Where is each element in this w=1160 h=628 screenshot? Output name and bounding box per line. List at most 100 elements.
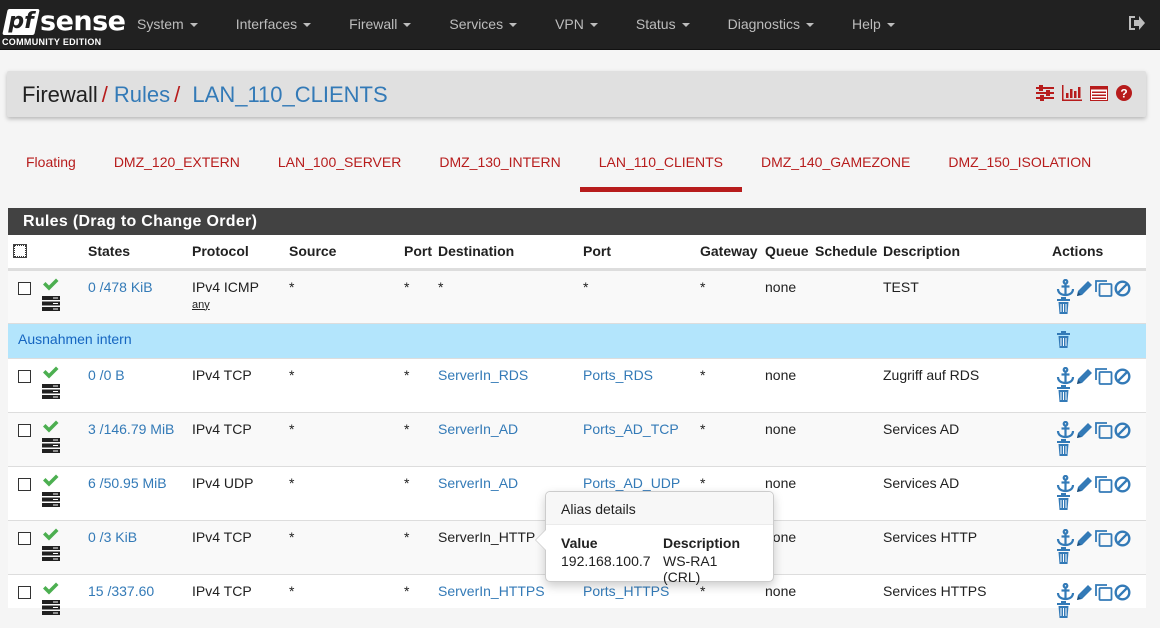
- row-checkbox[interactable]: [18, 281, 31, 295]
- popover-value: 192.168.100.7: [561, 553, 651, 569]
- copy-icon[interactable]: [1094, 583, 1113, 601]
- delete-trash-icon[interactable]: [1056, 492, 1071, 510]
- disable-ban-icon[interactable]: [1114, 475, 1131, 493]
- delete-trash-icon[interactable]: [1056, 600, 1071, 618]
- help-circle-icon[interactable]: ?: [1116, 85, 1132, 101]
- nav-menu-status[interactable]: Status: [617, 0, 709, 50]
- tab-dmz-120-extern[interactable]: DMZ_120_EXTERN: [95, 144, 259, 186]
- edit-pencil-icon[interactable]: [1076, 368, 1093, 385]
- description-value: TEST: [883, 278, 919, 295]
- column-header-actions: Actions: [1048, 235, 1146, 271]
- delete-trash-icon[interactable]: [1056, 296, 1071, 314]
- breadcrumb-rules[interactable]: Rules: [114, 82, 170, 107]
- destination-alias[interactable]: ServerIn_HTTPS: [438, 583, 545, 599]
- anchor-icon[interactable]: [1056, 474, 1075, 493]
- tab-dmz-130-intern[interactable]: DMZ_130_INTERN: [420, 144, 579, 186]
- row-status-cell: [38, 357, 84, 412]
- disable-ban-icon[interactable]: [1114, 583, 1131, 601]
- destination-port-alias[interactable]: Ports_AD_TCP: [583, 421, 679, 437]
- source-port-value: *: [404, 528, 410, 545]
- nav-menu-system[interactable]: System: [118, 0, 217, 50]
- anchor-icon[interactable]: [1056, 528, 1075, 547]
- description-cell: Zugriff auf RDS: [879, 357, 1048, 412]
- states-server-icon[interactable]: [42, 437, 60, 453]
- destination-alias[interactable]: ServerIn_AD: [438, 421, 518, 437]
- protocol-value: IPv4 TCP: [192, 528, 252, 545]
- states-link[interactable]: 0 /478 KiB: [88, 279, 153, 295]
- protocol-value: IPv4 ICMP: [192, 278, 259, 295]
- anchor-icon[interactable]: [1056, 420, 1075, 439]
- tab-floating[interactable]: Floating: [7, 144, 95, 186]
- tab-dmz-150-isolation[interactable]: DMZ_150_ISOLATION: [929, 144, 1110, 186]
- edit-pencil-icon[interactable]: [1076, 584, 1093, 601]
- source-value: *: [289, 278, 295, 295]
- bar-chart-icon[interactable]: [1062, 85, 1082, 101]
- states-link[interactable]: 0 /0 B: [88, 367, 125, 383]
- disable-ban-icon[interactable]: [1114, 367, 1131, 385]
- rule-row[interactable]: 0 /478 KiB IPv4 ICMP any * * * * * none TEST: [8, 268, 1146, 323]
- row-checkbox[interactable]: [18, 477, 31, 491]
- row-checkbox[interactable]: [18, 423, 31, 437]
- delete-trash-icon[interactable]: [1056, 330, 1071, 348]
- destination-alias[interactable]: ServerIn_RDS: [438, 367, 528, 383]
- copy-icon[interactable]: [1094, 279, 1113, 297]
- anchor-icon[interactable]: [1056, 366, 1075, 385]
- destination-port-alias[interactable]: Ports_AD_UDP: [583, 475, 680, 491]
- nav-menu-vpn[interactable]: VPN: [536, 0, 617, 50]
- rule-separator-row[interactable]: Ausnahmen intern: [8, 322, 1146, 358]
- sliders-icon[interactable]: [1036, 85, 1054, 101]
- nav-menu-interfaces[interactable]: Interfaces: [217, 0, 330, 50]
- delete-trash-icon[interactable]: [1056, 438, 1071, 456]
- disable-ban-icon[interactable]: [1114, 421, 1131, 439]
- actions-cell: [1048, 268, 1146, 323]
- select-all-checkbox[interactable]: [13, 243, 27, 258]
- disable-ban-icon[interactable]: [1114, 279, 1131, 297]
- edit-pencil-icon[interactable]: [1076, 476, 1093, 493]
- edit-pencil-icon[interactable]: [1076, 422, 1093, 439]
- rule-row[interactable]: 0 /0 B IPv4 TCP * * ServerIn_RDS Ports_RDS * no…: [8, 357, 1146, 412]
- states-link[interactable]: 0 /3 KiB: [88, 529, 137, 545]
- destination-port-alias[interactable]: Ports_RDS: [583, 367, 653, 383]
- source-value: *: [289, 420, 295, 437]
- pfsense-logo[interactable]: pf sense COMMUNITY EDITION: [2, 6, 126, 47]
- destination-alias[interactable]: ServerIn_AD: [438, 475, 518, 491]
- nav-menu-diagnostics[interactable]: Diagnostics: [709, 0, 833, 50]
- copy-icon[interactable]: [1094, 367, 1113, 385]
- table-list-icon[interactable]: [1090, 85, 1108, 101]
- protocol-value: IPv4 TCP: [192, 420, 252, 437]
- states-server-icon[interactable]: [42, 383, 60, 399]
- row-checkbox[interactable]: [18, 369, 31, 383]
- nav-menu-help[interactable]: Help: [833, 0, 914, 50]
- copy-icon[interactable]: [1094, 529, 1113, 547]
- sign-out-icon[interactable]: [1128, 15, 1146, 31]
- delete-trash-icon[interactable]: [1056, 546, 1071, 564]
- edit-pencil-icon[interactable]: [1076, 280, 1093, 297]
- tab-lan-100-server[interactable]: LAN_100_SERVER: [259, 144, 420, 186]
- states-server-icon[interactable]: [42, 599, 60, 615]
- states-link[interactable]: 15 /337.60: [88, 583, 154, 599]
- nav-menu-firewall[interactable]: Firewall: [330, 0, 430, 50]
- anchor-icon[interactable]: [1056, 582, 1075, 601]
- copy-icon[interactable]: [1094, 421, 1113, 439]
- delete-trash-icon[interactable]: [1056, 384, 1071, 402]
- caret-down-icon: [189, 23, 198, 28]
- edit-pencil-icon[interactable]: [1076, 530, 1093, 547]
- rule-row[interactable]: 3 /146.79 MiB IPv4 TCP * * ServerIn_AD Ports_…: [8, 411, 1146, 466]
- states-server-icon[interactable]: [42, 295, 60, 311]
- states-link[interactable]: 3 /146.79 MiB: [88, 421, 174, 437]
- row-checkbox[interactable]: [18, 585, 31, 599]
- nav-menu-services[interactable]: Services: [430, 0, 536, 50]
- anchor-icon[interactable]: [1056, 278, 1075, 297]
- tab-dmz-140-gamezone[interactable]: DMZ_140_GAMEZONE: [742, 144, 929, 186]
- source-cell: *: [285, 465, 400, 520]
- breadcrumb-current-interface[interactable]: LAN_110_CLIENTS: [192, 82, 387, 107]
- copy-icon[interactable]: [1094, 475, 1113, 493]
- source-value: *: [289, 474, 295, 491]
- states-server-icon[interactable]: [42, 491, 60, 507]
- states-link[interactable]: 6 /50.95 MiB: [88, 475, 167, 491]
- states-server-icon[interactable]: [42, 545, 60, 561]
- tab-lan-110-clients[interactable]: LAN_110_CLIENTS: [579, 144, 743, 192]
- row-checkbox[interactable]: [18, 531, 31, 545]
- disable-ban-icon[interactable]: [1114, 529, 1131, 547]
- queue-cell: none: [761, 411, 811, 466]
